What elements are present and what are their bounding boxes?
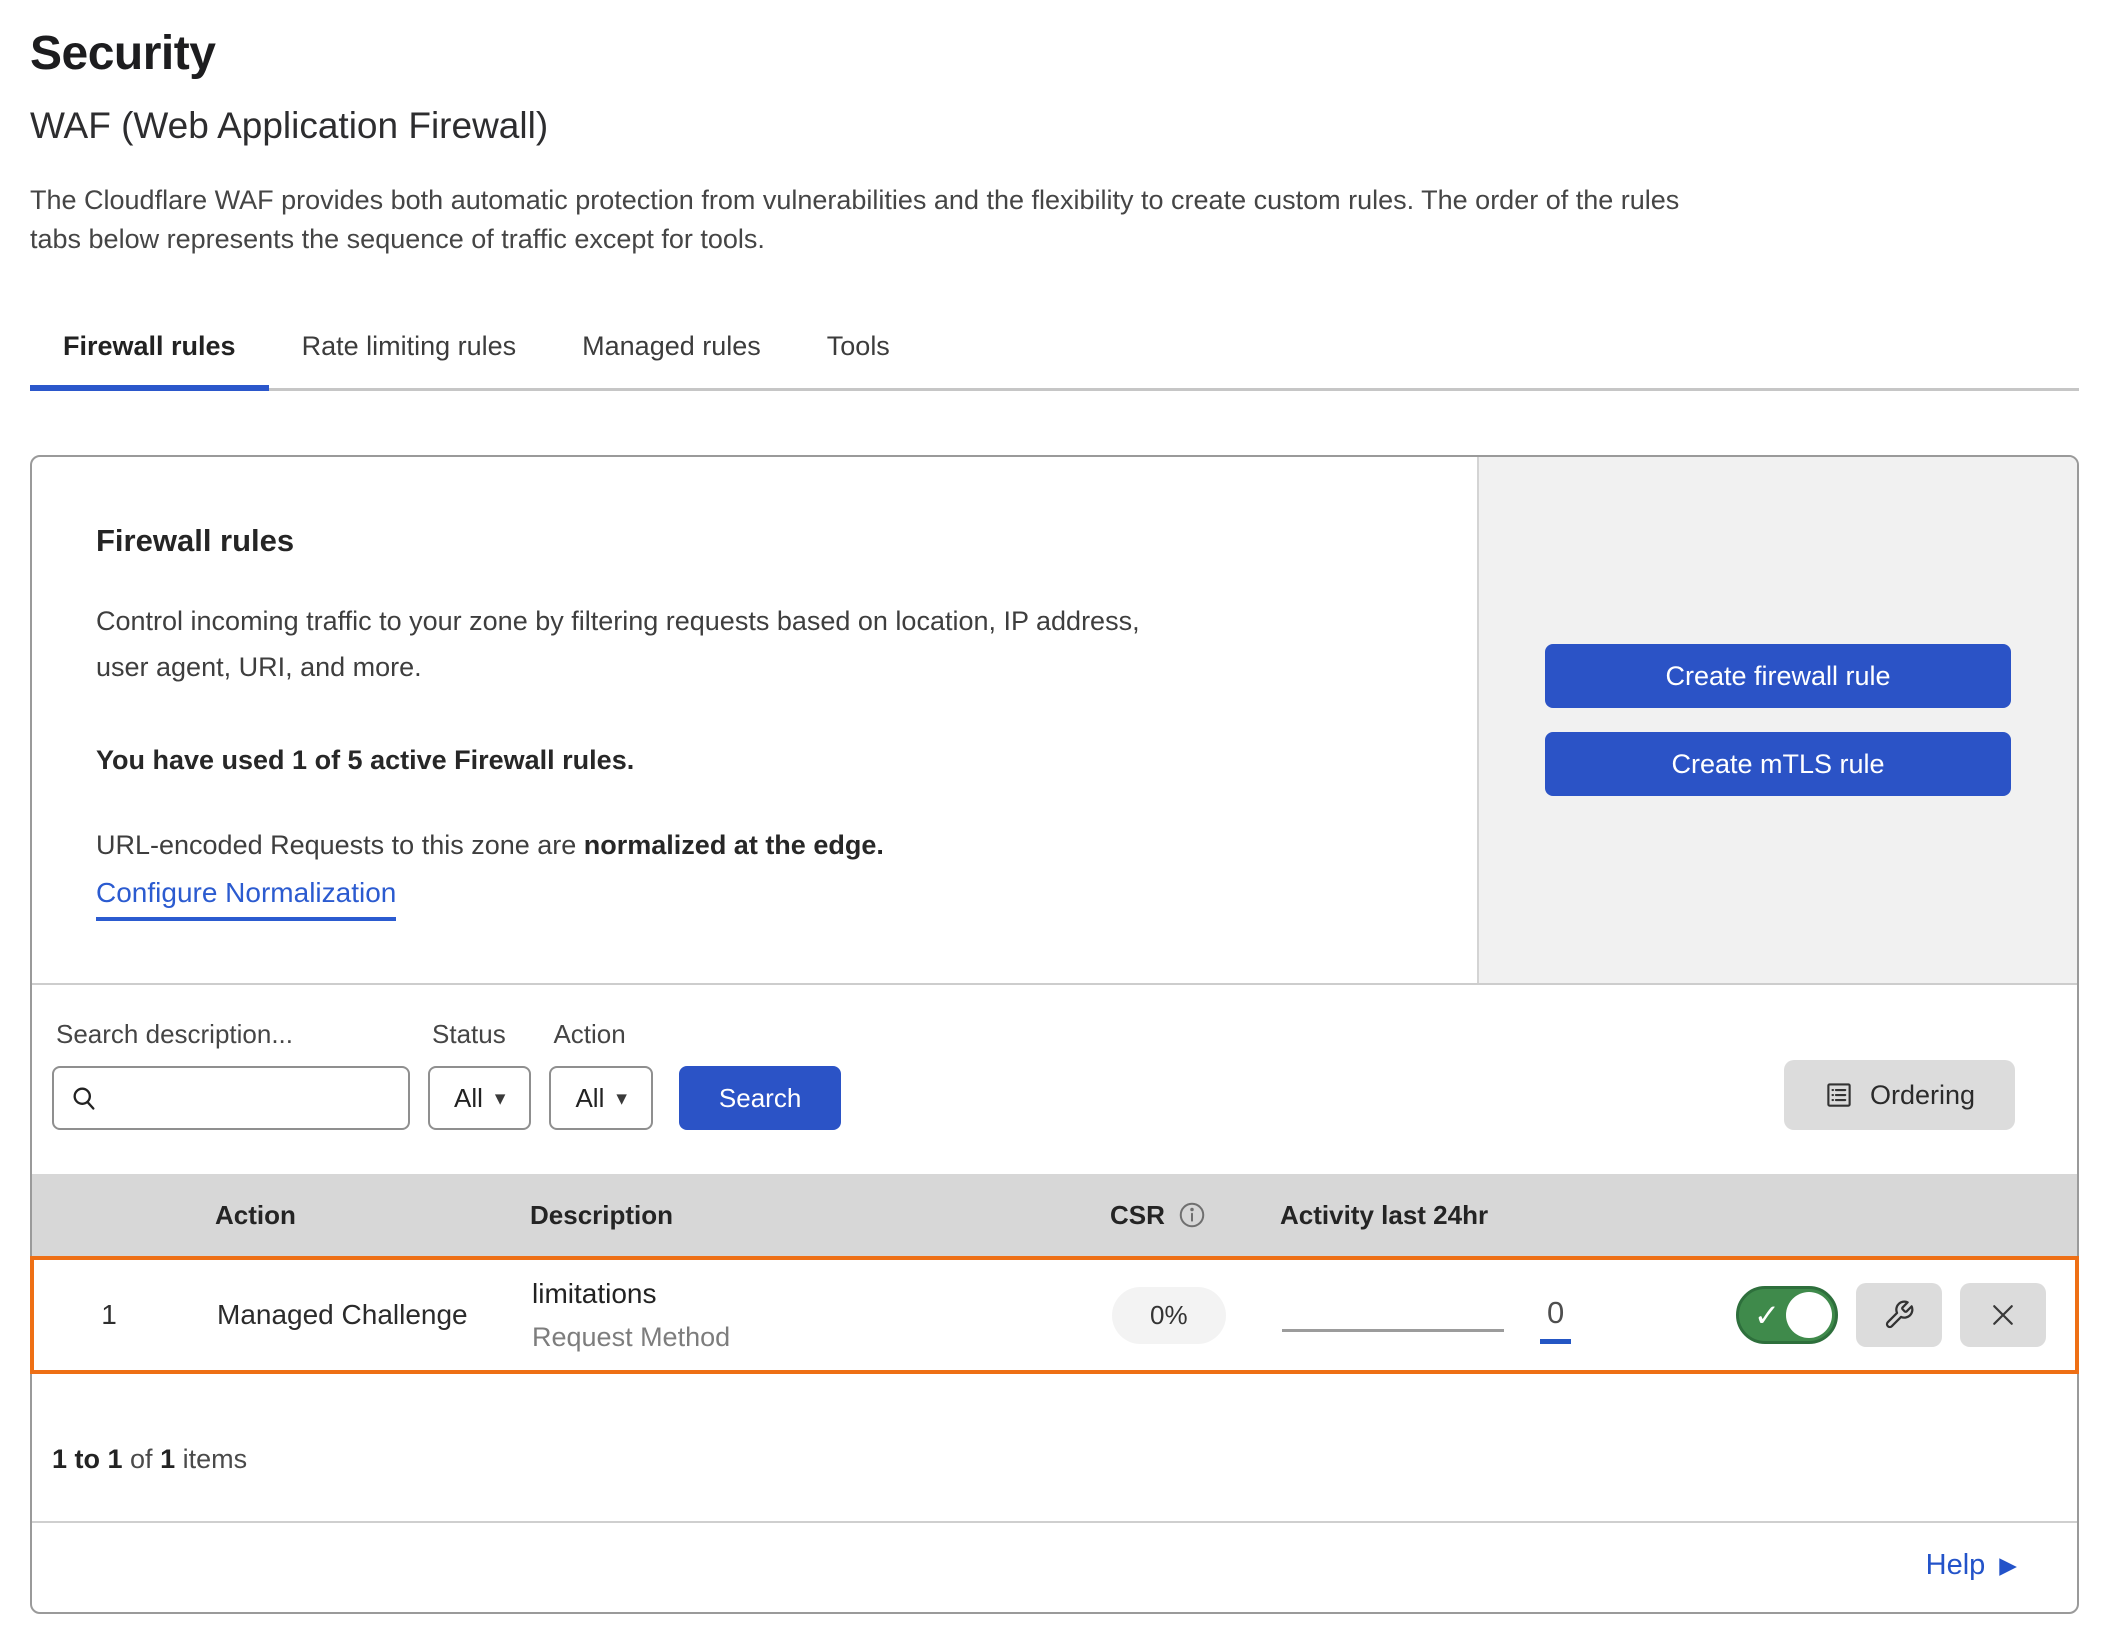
- rule-priority: 1: [34, 1299, 184, 1331]
- table-row: 1 Managed Challenge limitations Request …: [30, 1256, 2079, 1374]
- tab-firewall-rules[interactable]: Firewall rules: [30, 315, 269, 388]
- help-arrow-icon: ▶: [1999, 1554, 2017, 1577]
- activity-count-link[interactable]: 0: [1540, 1295, 1571, 1344]
- csr-badge: 0%: [1112, 1287, 1226, 1344]
- normalization-text: URL-encoded Requests to this zone are no…: [96, 830, 1437, 861]
- waf-tab-bar: Firewall rules Rate limiting rules Manag…: [30, 315, 2079, 391]
- create-firewall-rule-button[interactable]: Create firewall rule: [1545, 644, 2011, 708]
- delete-rule-button[interactable]: [1960, 1283, 2046, 1347]
- pagination-summary: 1 to 1 of 1 items: [32, 1374, 2077, 1521]
- normalization-bold: normalized at the edge.: [584, 830, 884, 860]
- pagination-items: items: [175, 1444, 247, 1474]
- overview-description-line2: user agent, URI, and more.: [96, 645, 1437, 691]
- search-input-box[interactable]: [52, 1066, 410, 1130]
- status-field-group: Status All ▾: [428, 1019, 531, 1130]
- table-header-row: Action Description CSR Activity last 24h…: [32, 1174, 2077, 1256]
- create-actions-panel: Create firewall rule Create mTLS rule: [1477, 457, 2077, 983]
- close-icon: [1988, 1300, 2018, 1330]
- action-column-header: Action: [182, 1200, 502, 1231]
- edit-rule-button[interactable]: [1856, 1283, 1942, 1347]
- csr-header-label: CSR: [1110, 1200, 1165, 1231]
- csr-column-header: CSR: [1092, 1200, 1272, 1231]
- create-mtls-rule-button[interactable]: Create mTLS rule: [1545, 732, 2011, 796]
- tab-rate-limiting-rules[interactable]: Rate limiting rules: [269, 315, 550, 388]
- rule-activity-cell: 0: [1274, 1287, 1706, 1344]
- page-description-line1: The Cloudflare WAF provides both automat…: [30, 181, 2079, 220]
- filter-bar: Search description... Status: [32, 985, 2077, 1174]
- check-icon: ✓: [1754, 1300, 1780, 1331]
- rule-expression-summary: Request Method: [532, 1322, 1094, 1353]
- rule-action: Managed Challenge: [184, 1299, 504, 1331]
- tab-managed-rules[interactable]: Managed rules: [549, 315, 794, 388]
- help-link[interactable]: Help ▶: [1926, 1549, 2017, 1582]
- firewall-rules-card: Firewall rules Control incoming traffic …: [30, 455, 2079, 1614]
- pagination-total: 1: [160, 1444, 175, 1474]
- configure-normalization-link[interactable]: Configure Normalization: [96, 877, 396, 921]
- overview-section: Firewall rules Control incoming traffic …: [32, 457, 2077, 985]
- tab-tools[interactable]: Tools: [794, 315, 923, 388]
- info-icon[interactable]: [1177, 1200, 1207, 1230]
- page-description: The Cloudflare WAF provides both automat…: [30, 181, 2079, 259]
- ordering-button[interactable]: Ordering: [1784, 1060, 2015, 1130]
- action-label: Action: [553, 1019, 652, 1050]
- card-footer: Help ▶: [32, 1521, 2077, 1612]
- search-icon: [70, 1084, 98, 1112]
- pagination-range: 1 to 1: [52, 1444, 123, 1474]
- rule-description[interactable]: limitations: [532, 1278, 1094, 1310]
- list-ordering-icon: [1824, 1080, 1854, 1110]
- chevron-down-icon: ▾: [616, 1086, 627, 1111]
- search-field-group: Search description...: [52, 1019, 410, 1130]
- toggle-knob: [1786, 1292, 1832, 1338]
- ordering-button-label: Ordering: [1870, 1080, 1975, 1111]
- rule-description-cell: limitations Request Method: [504, 1278, 1094, 1353]
- action-select-value: All: [575, 1083, 604, 1114]
- activity-sparkline: [1282, 1329, 1504, 1332]
- help-link-label: Help: [1926, 1549, 1986, 1582]
- usage-text: You have used 1 of 5 active Firewall rul…: [96, 745, 1437, 776]
- activity-column-header: Activity last 24hr: [1272, 1200, 1704, 1231]
- wrench-icon: [1883, 1299, 1915, 1331]
- security-waf-page: Security WAF (Web Application Firewall) …: [0, 0, 2114, 1638]
- page-description-line2: tabs below represents the sequence of tr…: [30, 220, 2079, 259]
- pagination-of: of: [123, 1444, 161, 1474]
- search-input[interactable]: [108, 1082, 392, 1115]
- search-label: Search description...: [56, 1019, 410, 1050]
- status-select-value: All: [454, 1083, 483, 1114]
- normalization-prefix: URL-encoded Requests to this zone are: [96, 830, 584, 860]
- rule-csr-cell: 0%: [1094, 1287, 1274, 1344]
- search-button[interactable]: Search: [679, 1066, 841, 1130]
- action-field-group: Action All ▾: [549, 1019, 652, 1130]
- overview-heading: Firewall rules: [96, 523, 1437, 559]
- description-column-header: Description: [502, 1200, 1092, 1231]
- rule-enabled-toggle[interactable]: ✓: [1736, 1286, 1838, 1344]
- status-label: Status: [432, 1019, 531, 1050]
- overview-description-line1: Control incoming traffic to your zone by…: [96, 599, 1437, 645]
- overview-description: Control incoming traffic to your zone by…: [96, 599, 1437, 691]
- action-select[interactable]: All ▾: [549, 1066, 652, 1130]
- page-title: Security: [30, 26, 2079, 81]
- chevron-down-icon: ▾: [495, 1086, 506, 1111]
- status-select[interactable]: All ▾: [428, 1066, 531, 1130]
- page-subtitle: WAF (Web Application Firewall): [30, 105, 2079, 147]
- rule-controls: ✓: [1706, 1283, 2075, 1347]
